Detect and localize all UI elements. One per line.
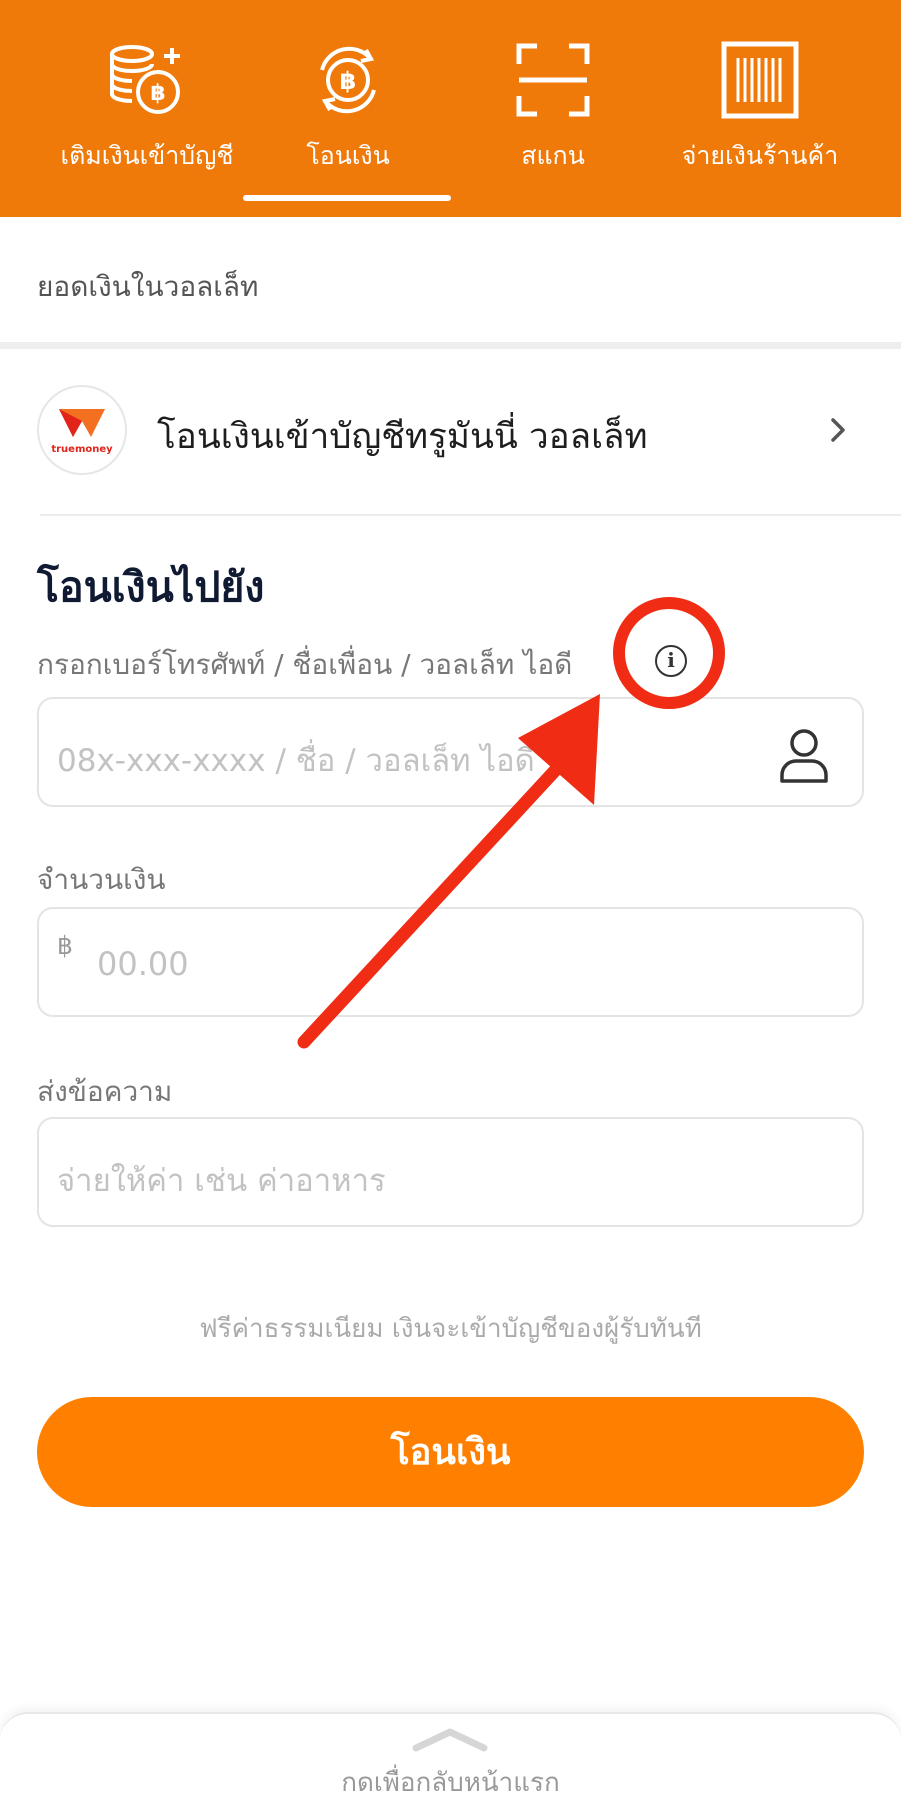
message-input[interactable]: จ่ายให้ค่า เช่น ค่าอาหาร — [37, 1117, 864, 1227]
transfer-submit-label: โอนเงิน — [390, 1431, 511, 1472]
nav-item-top-up[interactable]: ฿ เติมเงินเข้าบัญชี — [44, 40, 250, 170]
active-tab-indicator — [243, 195, 451, 201]
nav-label-transfer: โอนเงิน — [306, 141, 390, 170]
svg-text:฿: ฿ — [150, 81, 165, 106]
nav-item-pay-merchant[interactable]: จ่ายเงินร้านค้า — [657, 40, 863, 170]
truemoney-transfer-label: โอนเงินเข้าบัญชีทรูมันนี่ วอลเล็ท — [157, 417, 648, 457]
wallet-balance-label: ยอดเงินในวอลเล็ท — [37, 270, 259, 303]
wallet-balance-row[interactable]: ยอดเงินในวอลเล็ท — [0, 217, 901, 342]
truemoney-w-icon — [59, 409, 105, 437]
truemoney-transfer-row[interactable]: truemoney โอนเงินเข้าบัญชีทรูมันนี่ วอลเ… — [0, 349, 901, 514]
fee-note: ฟรีค่าธรรมเนียม เงินจะเข้าบัญชีของผู้รับ… — [199, 1314, 702, 1344]
amount-label: จำนวนเงิน — [37, 863, 166, 896]
recipient-label: กรอกเบอร์โทรศัพท์ / ชื่อเพื่อน / วอลเล็ท… — [37, 648, 573, 681]
baht-transfer-icon: ฿ — [320, 46, 376, 114]
contact-person-icon[interactable] — [774, 725, 834, 785]
amount-input[interactable]: ฿ 00.00 — [37, 907, 864, 1017]
section-divider — [0, 342, 901, 349]
recipient-input[interactable]: 08x-xxx-xxxx / ชื่อ / วอลเล็ท ไอดี — [37, 697, 864, 807]
message-placeholder: จ่ายให้ค่า เช่น ค่าอาหาร — [57, 1163, 386, 1199]
nav-label-pay-merchant: จ่ายเงินร้านค้า — [681, 141, 839, 170]
nav-label-top-up: เติมเงินเข้าบัญชี — [60, 141, 234, 170]
recipient-placeholder: 08x-xxx-xxxx / ชื่อ / วอลเล็ท ไอดี — [57, 743, 535, 779]
chevron-right-icon — [831, 418, 845, 442]
truemoney-logo-text: truemoney — [51, 444, 113, 455]
back-to-home-label: กดเพื่อกลับหน้าแรก — [341, 1768, 560, 1798]
info-icon[interactable]: i — [655, 645, 687, 677]
back-to-home-sheet[interactable]: กดเพื่อกลับหน้าแรก — [0, 1712, 901, 1817]
truemoney-logo: truemoney — [37, 385, 127, 475]
row-divider — [40, 514, 901, 516]
coin-stack-plus-icon: ฿ — [110, 45, 180, 114]
chevron-up-icon — [412, 1728, 488, 1752]
transfer-submit-button[interactable]: โอนเงิน — [37, 1397, 864, 1507]
baht-currency-symbol: ฿ — [57, 931, 73, 960]
barcode-icon — [721, 41, 799, 119]
top-navigation-bar: ฿ เติมเงินเข้าบัญชี ฿ โอนเงิน สแกน จ่ายเ… — [0, 0, 901, 217]
scan-frame-icon — [516, 43, 590, 117]
amount-placeholder: 00.00 — [97, 945, 189, 983]
nav-item-scan[interactable]: สแกน — [450, 40, 656, 170]
transfer-to-title: โอนเงินไปยัง — [37, 563, 265, 611]
message-label: ส่งข้อความ — [37, 1075, 173, 1108]
nav-item-transfer[interactable]: ฿ โอนเงิน — [245, 40, 451, 170]
nav-label-scan: สแกน — [521, 141, 585, 170]
svg-text:฿: ฿ — [340, 67, 357, 95]
